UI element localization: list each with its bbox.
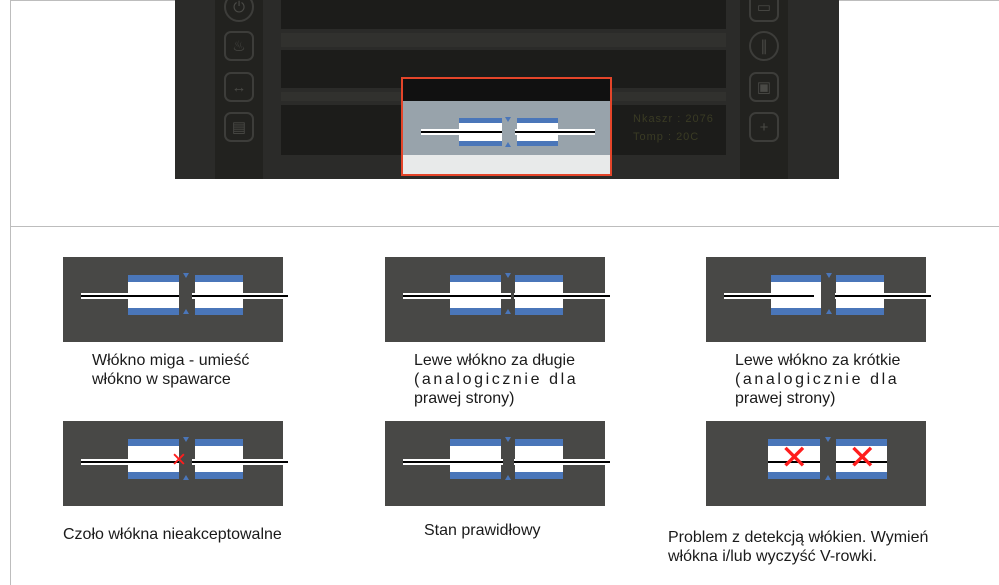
electrode-marker-top xyxy=(183,437,189,442)
screen-bar xyxy=(281,0,726,29)
caption-ok: Stan prawidłowy xyxy=(424,521,541,540)
state-panel-ok xyxy=(385,421,610,506)
caption-line: (analogicznie dla xyxy=(414,371,579,388)
state-panel-detection: ✕ ✕ xyxy=(706,421,926,506)
caption-face: Czoło włókna nieakceptowalne xyxy=(63,525,282,544)
left-fiber xyxy=(403,459,503,465)
save-icon[interactable]: ▣ xyxy=(749,72,779,102)
left-fiber xyxy=(421,129,502,135)
left-fiber xyxy=(81,459,179,465)
error-x-icon: ✕ xyxy=(780,438,809,478)
right-fiber xyxy=(514,459,610,465)
error-x-icon: ✕ xyxy=(848,438,877,478)
caption-detection: Problem z detekcją włókien. Wymień włókn… xyxy=(668,528,928,566)
right-fiber xyxy=(514,293,610,299)
electrode-marker-bottom xyxy=(505,475,511,480)
state-panel-left-long xyxy=(385,257,610,342)
caption-line: Lewe włókno za długie xyxy=(414,352,575,369)
caption-line: prawej strony) xyxy=(414,390,515,407)
fiber-view-icon[interactable]: ▤ xyxy=(224,112,254,142)
caption-line: Stan prawidłowy xyxy=(424,522,541,539)
state-panel-left-short xyxy=(706,257,931,342)
electrode-marker-top xyxy=(505,117,511,122)
zoom-dark-band xyxy=(403,79,610,101)
electrode-marker-bottom xyxy=(183,309,189,314)
electrode-marker-bottom xyxy=(505,309,511,314)
state-panel-blinking xyxy=(63,257,288,342)
caption-line: Czoło włókna nieakceptowalne xyxy=(63,526,282,543)
electrode-marker-bottom xyxy=(183,475,189,480)
right-fiber xyxy=(192,293,288,299)
right-fiber xyxy=(192,459,288,465)
left-fiber xyxy=(724,293,814,299)
electrode-marker-bottom xyxy=(505,142,511,147)
readout-line: Nkaszr : 2076 xyxy=(633,113,714,125)
menu-icon[interactable]: ▭ xyxy=(749,0,779,22)
right-fiber xyxy=(835,293,931,299)
arc-temperature-icon[interactable]: ♨ xyxy=(224,31,254,61)
caption-line: włókna i/lub wyczyść V-rowki. xyxy=(668,548,877,565)
left-fiber xyxy=(81,293,179,299)
electrode-marker-bottom xyxy=(826,309,832,314)
section-divider xyxy=(10,226,999,227)
pause-icon[interactable]: ∥ xyxy=(749,31,779,61)
readout-line: Tomp : 20C xyxy=(633,131,700,143)
state-panel-face: ✕ xyxy=(63,421,288,506)
error-x-icon: ✕ xyxy=(171,449,187,471)
caption-line: Problem z detekcją włókien. Wymień xyxy=(668,529,929,546)
caption-blinking: Włókno miga - umieść włókno w spawarce xyxy=(92,351,249,389)
electrode-marker-top xyxy=(183,273,189,278)
caption-line: prawej strony) xyxy=(735,390,836,407)
caption-line: (analogicznie dla xyxy=(735,371,900,388)
caption-line: Lewe włókno za krótkie xyxy=(735,352,901,369)
zoom-light-band xyxy=(403,155,610,174)
add-icon[interactable]: + xyxy=(749,112,779,142)
electrode-marker-bottom xyxy=(825,475,831,480)
right-fiber xyxy=(515,129,595,135)
electrode-marker-top xyxy=(825,437,831,442)
caption-line: włókno w spawarce xyxy=(92,371,231,388)
electrode-marker-top xyxy=(826,273,832,278)
left-fiber xyxy=(403,293,511,299)
caption-left-short: Lewe włókno za krótkie (analogicznie dla… xyxy=(735,351,900,408)
zoomed-fiber-view xyxy=(401,77,612,176)
screen-bar xyxy=(281,33,726,47)
fiber-gap-icon[interactable]: ↔ xyxy=(224,72,254,102)
caption-left-long: Lewe włókno za długie (analogicznie dla … xyxy=(414,351,578,408)
electrode-marker-top xyxy=(505,273,511,278)
caption-line: Włókno miga - umieść xyxy=(92,352,250,369)
electrode-marker-top xyxy=(505,437,511,442)
